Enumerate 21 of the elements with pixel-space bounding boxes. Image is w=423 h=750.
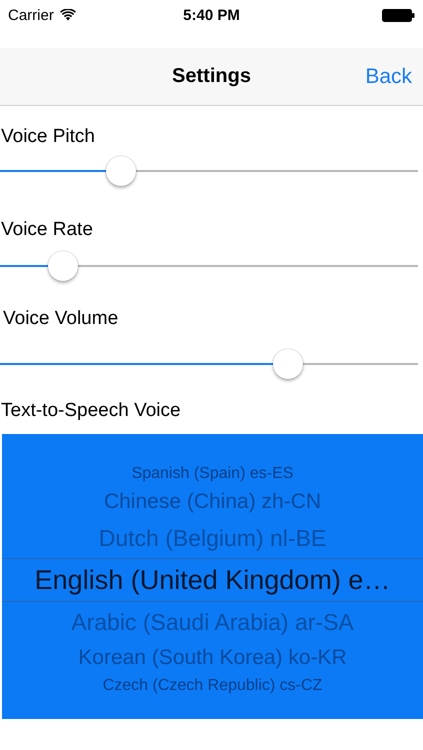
picker-option[interactable]: Korean (South Korea) ko-KR xyxy=(2,642,423,674)
picker-option[interactable]: English (United Kingdom) e… xyxy=(2,558,423,602)
picker-option[interactable]: Dutch (Belgium) nl-BE xyxy=(2,518,423,558)
back-button[interactable]: Back xyxy=(365,64,412,88)
status-time: 5:40 PM xyxy=(183,6,240,24)
picker-option[interactable]: Arabic (Saudi Arabia) ar-SA xyxy=(2,602,423,642)
carrier-label: Carrier xyxy=(8,6,54,24)
picker-option[interactable]: Czech (Czech Republic) cs-CZ xyxy=(2,674,423,698)
slider-thumb[interactable] xyxy=(106,156,136,186)
slider-label: Voice Volume xyxy=(2,308,120,330)
wifi-icon xyxy=(60,9,76,21)
slider-thumb[interactable] xyxy=(273,349,304,379)
picker-option[interactable]: Spanish (Spain) es-ES xyxy=(2,462,423,486)
slider-thumb[interactable] xyxy=(48,251,78,281)
nav-title: Settings xyxy=(172,65,251,88)
voice-picker[interactable]: Spanish (Spain) es-ES Chinese (China) zh-CN Dutch (Belgium) nl-BE English (United Kingdom) e… Arabic (Saudi Arabia) ar-SA Korean (South Korea) ko-KR Czech (Czech Republic) cs-CZ xyxy=(2,434,423,719)
picker-option[interactable]: Chinese (China) zh-CN xyxy=(2,486,423,518)
picker-label: Text-to-Speech Voice xyxy=(0,400,182,422)
slider-label: Voice Rate xyxy=(0,219,94,241)
slider-label: Voice Pitch xyxy=(0,126,96,148)
battery-icon xyxy=(382,8,415,22)
